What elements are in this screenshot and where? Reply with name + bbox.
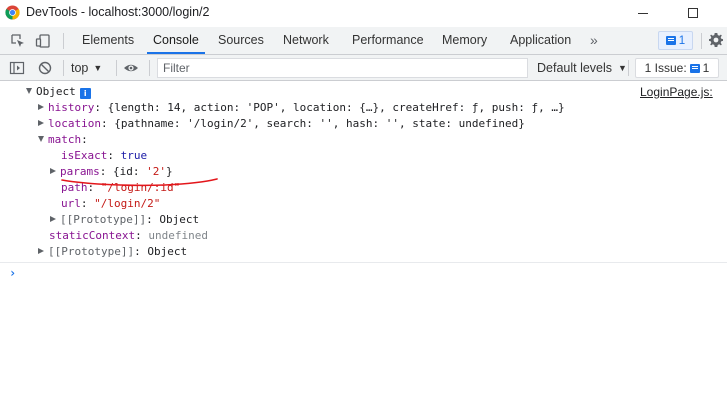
history-row[interactable]: history: {length: 14, action: 'POP', loc… xyxy=(38,100,565,116)
minimize-button[interactable] xyxy=(620,0,666,26)
tab-sources[interactable]: Sources xyxy=(218,27,264,54)
collapse-triangle-icon xyxy=(50,168,56,174)
chevron-down-icon: ▼ xyxy=(93,63,103,73)
property-value-string: '2' xyxy=(146,165,166,178)
tab-network[interactable]: Network xyxy=(283,27,329,54)
context-selector[interactable]: top ▼ xyxy=(71,59,102,77)
window-title: DevTools - localhost:3000/login/2 xyxy=(26,5,210,19)
property-value: Object xyxy=(147,245,188,258)
property-key: url xyxy=(61,197,81,210)
filter-input[interactable] xyxy=(157,58,528,78)
collapse-triangle-icon xyxy=(38,104,44,110)
path-row: path: "/login/:id" xyxy=(61,181,181,194)
tab-performance[interactable]: Performance xyxy=(352,27,424,54)
toolbar-divider xyxy=(63,60,64,76)
property-key: history xyxy=(48,101,95,114)
match-row[interactable]: match: xyxy=(38,132,88,148)
more-tabs-button[interactable]: » xyxy=(590,27,598,54)
message-icon xyxy=(665,36,676,45)
property-value: {pathname: '/login/2', search: '', hash:… xyxy=(114,117,525,130)
staticContext-row: staticContext: undefined xyxy=(49,229,208,242)
issues-count: 1 xyxy=(702,61,710,75)
params-row[interactable]: params: {id: '2'} xyxy=(50,164,173,180)
chevron-down-icon: ▼ xyxy=(618,63,627,73)
property-value-string: "/login/2" xyxy=(94,197,161,210)
messages-count: 1 xyxy=(678,34,686,47)
expand-triangle-icon xyxy=(38,136,44,142)
collapse-triangle-icon xyxy=(50,216,56,222)
issues-label: 1 Issue: xyxy=(644,61,687,75)
minimize-icon xyxy=(638,12,648,14)
url-row: url: "/login/2" xyxy=(61,197,161,210)
device-toolbar-icon[interactable] xyxy=(35,33,51,49)
live-expression-eye-icon[interactable] xyxy=(123,60,139,76)
info-icon[interactable]: i xyxy=(79,88,91,99)
maximize-icon xyxy=(688,8,698,18)
source-link[interactable]: LoginPage.js: xyxy=(640,85,713,99)
object-label: Object xyxy=(36,85,76,98)
collapse-triangle-icon xyxy=(38,248,44,254)
property-key: isExact xyxy=(61,149,108,162)
expand-triangle-icon xyxy=(26,88,32,94)
toolbar-divider xyxy=(116,60,117,76)
property-key: [[Prototype]] xyxy=(60,213,147,226)
root-prototype-row[interactable]: [[Prototype]]: Object xyxy=(38,244,187,260)
isExact-row: isExact: true xyxy=(61,149,148,162)
property-value: } xyxy=(166,165,173,178)
messages-badge-button[interactable]: 1 xyxy=(658,31,693,50)
tab-application[interactable]: Application xyxy=(510,27,571,54)
log-levels-value: Default levels xyxy=(537,61,613,75)
property-key: staticContext xyxy=(49,229,136,242)
window-titlebar: DevTools - localhost:3000/login/2 xyxy=(0,0,727,26)
console-toolbar: top ▼ Default levels ▼ 1 Issue: 1 xyxy=(0,55,727,81)
toolbar-divider xyxy=(701,33,702,49)
issues-button[interactable]: 1 Issue: 1 xyxy=(635,58,719,78)
property-value: {length: 14, action: 'POP', location: {…… xyxy=(107,101,565,114)
sidebar-toggle-icon[interactable] xyxy=(9,60,25,76)
maximize-button[interactable] xyxy=(670,0,716,26)
location-row[interactable]: location: {pathname: '/login/2', search:… xyxy=(38,116,525,132)
toolbar-divider xyxy=(149,60,150,76)
console-log-entry: LoginPage.js: Object i history: {length: … xyxy=(0,82,727,263)
toolbar-divider xyxy=(63,33,64,49)
inspect-element-icon[interactable] xyxy=(10,33,26,49)
devtools-tabbar: Elements Console Sources Network Perform… xyxy=(0,27,727,55)
console-prompt[interactable]: › xyxy=(9,266,16,280)
tab-elements[interactable]: Elements xyxy=(82,27,134,54)
console-output: LoginPage.js: Object i history: {length: … xyxy=(0,82,727,405)
property-value-string: "/login/:id" xyxy=(100,181,181,194)
property-value: undefined xyxy=(148,229,208,242)
property-value: {id: xyxy=(113,165,147,178)
property-key: path xyxy=(61,181,88,194)
toolbar-divider xyxy=(628,60,629,76)
tab-memory[interactable]: Memory xyxy=(442,27,487,54)
property-key: location xyxy=(48,117,101,130)
property-value: true xyxy=(120,149,148,162)
context-value: top xyxy=(71,61,89,75)
object-root-row[interactable]: Object i xyxy=(26,84,91,100)
issue-message-icon xyxy=(689,63,700,73)
tab-console[interactable]: Console xyxy=(147,27,205,54)
collapse-triangle-icon xyxy=(38,120,44,126)
chrome-logo-icon xyxy=(5,5,20,20)
clear-console-icon[interactable] xyxy=(37,60,53,76)
log-levels-dropdown[interactable]: Default levels ▼ xyxy=(537,59,627,77)
match-prototype-row[interactable]: [[Prototype]]: Object xyxy=(50,212,199,228)
settings-gear-icon[interactable] xyxy=(708,32,724,48)
property-key: match xyxy=(48,133,82,146)
property-key: params xyxy=(60,165,100,178)
property-value: Object xyxy=(159,213,200,226)
property-key: [[Prototype]] xyxy=(48,245,135,258)
